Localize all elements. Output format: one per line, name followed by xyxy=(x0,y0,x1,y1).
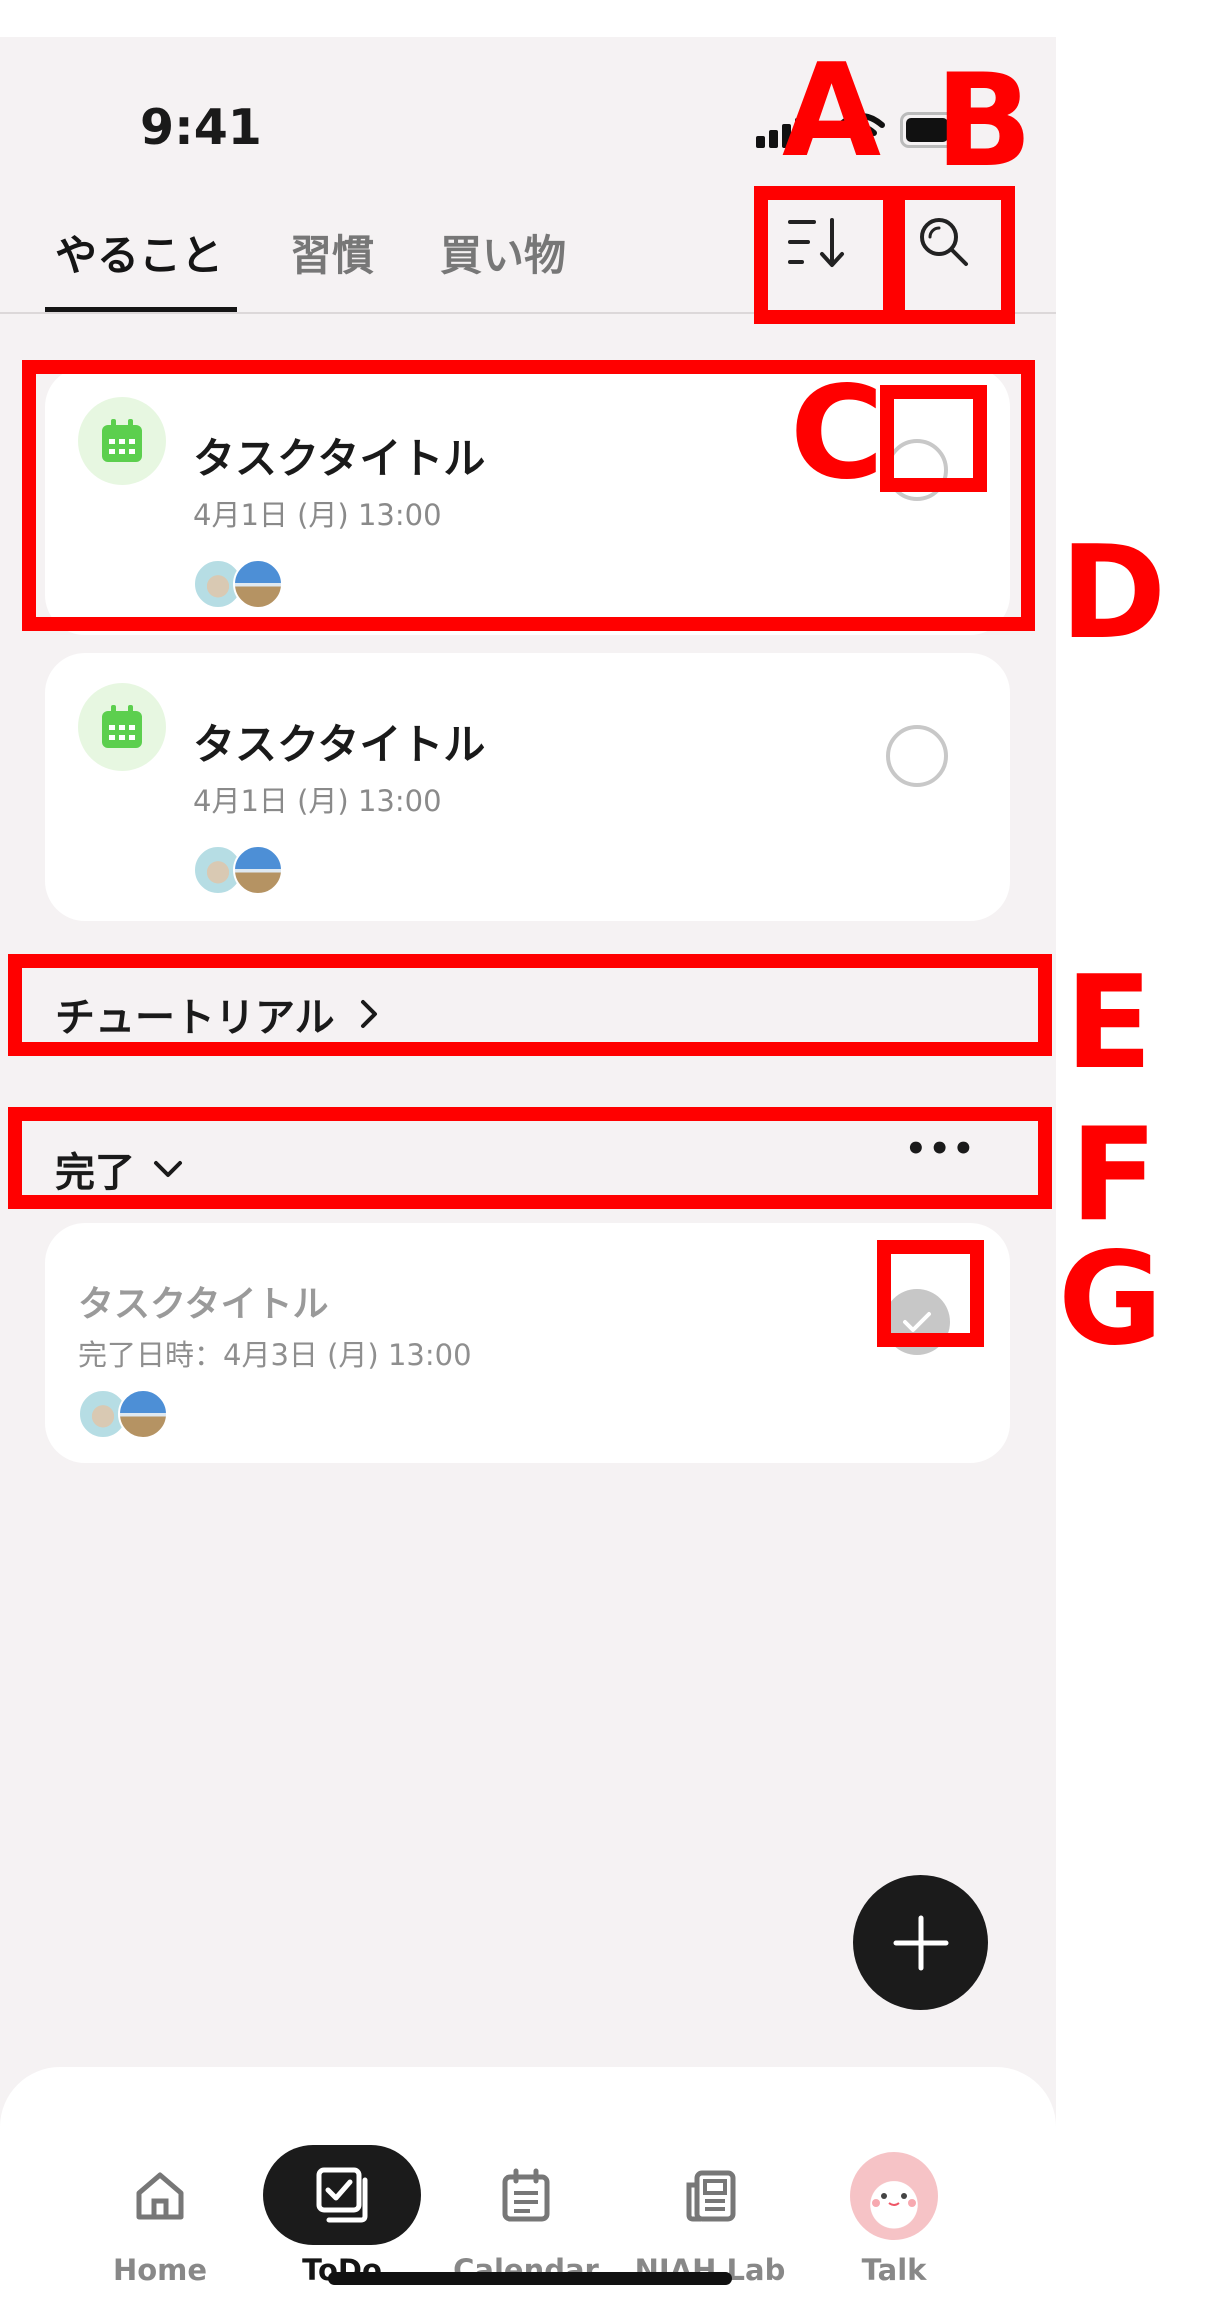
annotation-box-c xyxy=(880,385,987,492)
active-nav-pill xyxy=(263,2145,421,2245)
annotation-box-f xyxy=(8,1107,1052,1209)
annotation-label-g: G xyxy=(1058,1225,1164,1374)
task-card[interactable]: タスクタイトル 4月1日 (月) 13:00 xyxy=(45,653,1010,921)
home-icon xyxy=(136,2172,184,2220)
task-complete-checkbox[interactable] xyxy=(886,725,948,787)
annotation-label-a: A xyxy=(782,37,882,186)
annotation-label-b: B xyxy=(935,47,1033,196)
annotation-label-d: D xyxy=(1060,519,1167,668)
nav-todo[interactable]: ToDo xyxy=(252,2145,432,2287)
annotation-label-f: F xyxy=(1070,1101,1158,1250)
completed-task-date: 完了日時：4月3日 (月) 13:00 xyxy=(78,1338,472,1372)
completed-task-title: タスクタイトル xyxy=(78,1284,329,1325)
nav-label: Talk xyxy=(861,2253,927,2287)
annotation-box-b xyxy=(891,186,1015,324)
nav-calendar[interactable]: Calendar xyxy=(436,2157,616,2287)
nav-talk[interactable]: Talk xyxy=(804,2152,984,2287)
completed-task-card[interactable]: タスクタイトル 完了日時：4月3日 (月) 13:00 xyxy=(45,1223,1010,1463)
calendar-icon xyxy=(78,683,166,771)
annotation-label-c: C xyxy=(790,359,884,508)
talk-avatar-icon xyxy=(850,2152,938,2240)
assignee-avatars xyxy=(193,845,283,895)
task-title: タスクタイトル xyxy=(193,720,486,769)
avatar xyxy=(233,845,283,895)
annotation-box-g xyxy=(877,1240,984,1347)
add-task-button[interactable] xyxy=(853,1875,988,2010)
tab-shopping[interactable]: 買い物 xyxy=(440,222,566,283)
annotation-label-e: E xyxy=(1065,949,1153,1098)
annotation-box-e xyxy=(8,954,1052,1056)
nav-home[interactable]: Home xyxy=(70,2157,250,2287)
assignee-avatars xyxy=(78,1389,168,1439)
news-icon xyxy=(686,2170,736,2222)
nav-niah-lab[interactable]: NIAH Lab xyxy=(620,2157,800,2287)
task-date: 4月1日 (月) 13:00 xyxy=(193,784,442,818)
nav-label: Home xyxy=(112,2253,208,2287)
avatar xyxy=(118,1389,168,1439)
status-time: 9:41 xyxy=(140,99,262,156)
tab-habits[interactable]: 習慣 xyxy=(290,222,374,283)
home-indicator xyxy=(328,2272,732,2285)
todo-icon xyxy=(316,2167,368,2223)
tab-todo[interactable]: やること xyxy=(55,222,223,283)
annotation-box-a xyxy=(754,186,897,324)
plus-icon xyxy=(893,1915,948,1970)
calendar-icon xyxy=(502,2168,550,2222)
